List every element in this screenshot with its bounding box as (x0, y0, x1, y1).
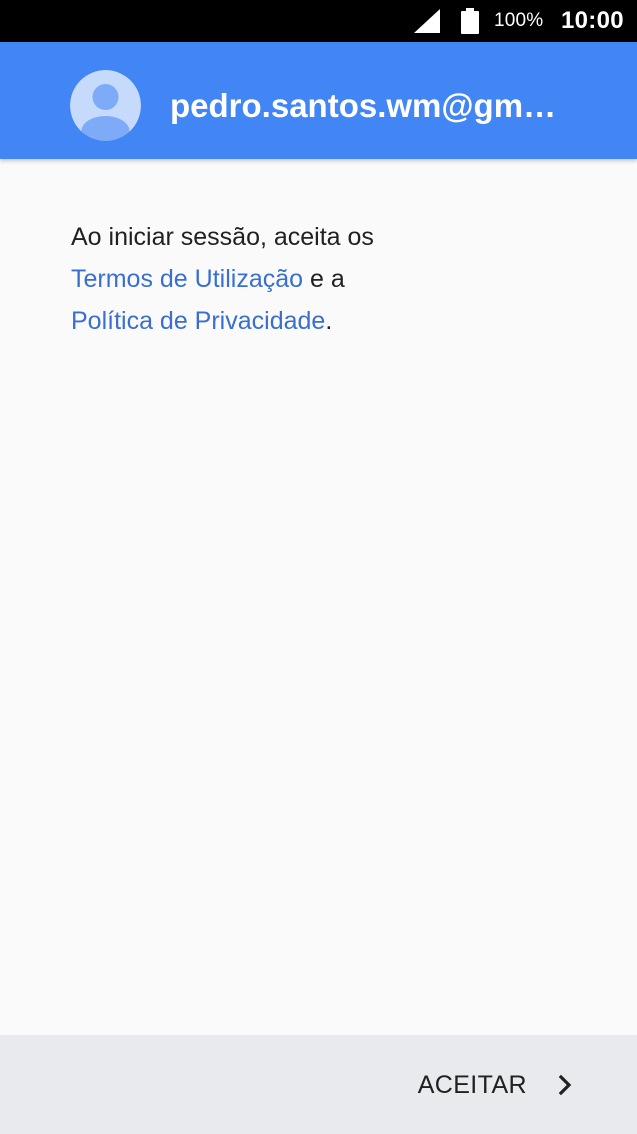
battery-icon (461, 8, 479, 34)
terms-intro-text: Ao iniciar sessão, aceita os (71, 223, 374, 251)
bottom-action-bar: ACEITAR (0, 1035, 637, 1134)
signal-icon (414, 9, 440, 33)
account-circle-icon (70, 70, 141, 141)
terms-end-text: . (325, 307, 333, 335)
clock: 10:00 (561, 7, 624, 34)
chevron-right-icon (558, 1074, 572, 1096)
terms-connector-text: e a (303, 265, 345, 293)
account-header: pedro.santos.wm@gmail.com (0, 42, 637, 159)
accept-button[interactable]: ACEITAR (418, 1063, 575, 1107)
terms-of-use-link[interactable]: Termos de Utilização (71, 265, 303, 293)
account-email: pedro.santos.wm@gmail.com (170, 87, 570, 124)
accept-button-label: ACEITAR (417, 1071, 527, 1099)
privacy-policy-link[interactable]: Política de Privacidade (71, 307, 325, 335)
battery-percent: 100% (494, 10, 544, 31)
terms-notice: Ao iniciar sessão, aceita os Termos de U… (71, 216, 571, 342)
status-bar: 100% 10:00 (0, 0, 637, 42)
